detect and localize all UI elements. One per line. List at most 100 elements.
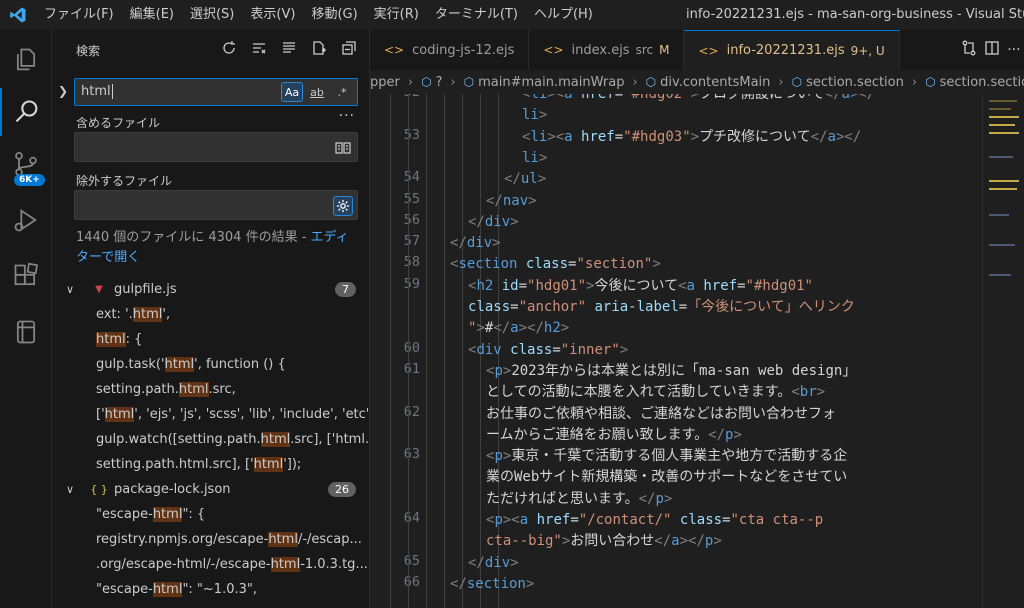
search-match-line[interactable]: gulp.watch([setting.path.html.src], ['ht… <box>96 427 368 452</box>
search-match-line[interactable]: gulp.task('html', function () { <box>96 352 368 377</box>
code-line: </ul> <box>504 169 546 190</box>
minimap[interactable] <box>982 94 1024 608</box>
match-highlight: html <box>132 307 163 322</box>
code-line: </div> <box>468 553 519 574</box>
match-prefix: [' <box>96 407 105 422</box>
include-files-input[interactable] <box>74 132 358 162</box>
menu-item[interactable]: 編集(E) <box>122 0 182 30</box>
tag-name: div <box>476 341 502 358</box>
code-line: ただければと思います。</p> <box>486 489 672 510</box>
code-line: <p>2023年からは本業とは別に「ma-san web design」 <box>486 361 856 382</box>
title-bar: ファイル(F) 編集(E) 選択(S) 表示(V) 移動(G) 実行(R) ターミナル(T)… <box>0 0 1024 30</box>
text-content: = <box>614 128 624 145</box>
extensions-icon[interactable] <box>0 252 52 300</box>
line-number: 65 <box>403 552 420 569</box>
tag-bracket: > <box>538 149 548 166</box>
search-match-line[interactable]: .org/escape-html/-/escape-html-1.0.3.tg.… <box>96 552 368 577</box>
tag-name: nav <box>502 192 529 209</box>
tag-name: section <box>458 256 518 273</box>
match-prefix: registry.npmjs.org/escape- <box>96 532 269 547</box>
text-content: = <box>722 512 731 528</box>
search-match-line[interactable]: setting.path.html.src, <box>96 377 368 402</box>
search-match-line[interactable]: "escape-html": { <box>96 502 368 527</box>
editor-tab[interactable]: <> coding-js-12.ejs <box>370 30 530 70</box>
tag-bracket: > <box>528 192 537 209</box>
search-match-line[interactable]: ext: '.html', <box>96 302 368 327</box>
tag-bracket: ></ <box>849 94 876 102</box>
clear-results-icon[interactable] <box>249 38 269 58</box>
search-match-line[interactable]: "escape-html": "~1.0.3", <box>96 577 368 602</box>
search-match-line[interactable]: ['html', 'ejs', 'js', 'scss', 'lib', 'in… <box>96 402 368 427</box>
minimap-mark <box>989 180 1019 182</box>
breadcrumb-item[interactable]: section.section <box>806 75 904 90</box>
code-editor[interactable]: 525354555657585960616263646566 <li><a hr… <box>370 94 982 608</box>
menu-item[interactable]: ヘルプ(H) <box>526 0 601 30</box>
match-prefix: .org/escape-html/-/escape- <box>96 557 271 572</box>
more-options-icon[interactable]: ··· <box>339 108 355 124</box>
editor-tab[interactable]: <> info-20221231.ejs 9+, U <box>684 30 900 70</box>
tag-name: a <box>564 128 573 145</box>
more-actions-icon[interactable]: ··· <box>1007 42 1020 58</box>
search-icon[interactable] <box>0 88 52 136</box>
breadcrumb-item[interactable]: main#main.mainWrap <box>478 75 624 90</box>
text-content: 東京・千葉で活動する個人事業主や地方で活動する企 <box>511 448 848 465</box>
use-exclude-settings-icon[interactable] <box>333 196 353 216</box>
minimap-mark <box>989 100 1017 102</box>
open-editors-only-icon[interactable] <box>333 138 353 158</box>
remote-explorer-icon[interactable] <box>0 308 52 356</box>
tag-bracket: </ <box>810 128 828 145</box>
explorer-icon[interactable] <box>0 36 52 84</box>
split-editor-icon[interactable] <box>984 40 1000 60</box>
menu-item[interactable]: 表示(V) <box>242 0 303 30</box>
result-file-row[interactable]: ∨ { } package-lock.json 26 <box>52 477 370 502</box>
activity-bar: 6K+ <box>0 30 52 608</box>
line-number: 63 <box>403 446 420 463</box>
breadcrumb-item[interactable]: pper <box>370 75 400 90</box>
tag-name: p <box>494 512 503 528</box>
regex-toggle[interactable]: .* <box>331 82 353 102</box>
toggle-replace-chevron-icon[interactable]: ❯ <box>58 84 68 98</box>
menu-item[interactable]: 実行(R) <box>366 0 427 30</box>
code-line: </nav> <box>486 191 537 212</box>
editor-tab[interactable]: <> index.ejs src M <box>529 30 685 70</box>
code-line: 業のWebサイト新規構築・改善のサポートなどをさせてい <box>486 467 847 488</box>
result-file-row[interactable]: ∨ ▼ gulpfile.js 7 <box>52 277 370 302</box>
new-search-editor-icon[interactable] <box>279 38 299 58</box>
breadcrumb: pper › ⬡? › ⬡ main#main.mainWrap › ⬡ div.content… <box>370 70 1024 94</box>
search-match-line[interactable]: setting.path.html.src], ['html']); <box>96 452 368 477</box>
menu-item[interactable]: ターミナル(T) <box>427 0 526 30</box>
chevron-down-icon[interactable]: ∨ <box>66 283 80 296</box>
tag-name: p <box>494 362 503 379</box>
breadcrumb-item[interactable]: section.sectio <box>940 75 1024 90</box>
match-highlight: html <box>260 432 291 447</box>
refresh-icon[interactable] <box>219 38 239 58</box>
text-content: 今後について <box>594 277 679 294</box>
results-count-text: 1440 個のファイルに 4304 件の結果 - <box>76 230 311 245</box>
breadcrumb-item[interactable]: ? <box>436 75 443 90</box>
tag-bracket: > <box>713 533 722 550</box>
tag-bracket: </ <box>708 426 726 443</box>
indent-guide <box>462 94 463 608</box>
match-whole-word-toggle[interactable]: ab <box>306 82 328 102</box>
tag-bracket: </ <box>638 490 656 507</box>
new-file-icon[interactable] <box>309 38 329 58</box>
source-control-icon[interactable]: 6K+ <box>0 140 52 188</box>
tag-bracket: > <box>690 128 700 145</box>
menu-item[interactable]: 選択(S) <box>182 0 242 30</box>
code-line: <li><a href="#hdg02">ブログ開設について</a></ <box>522 94 875 105</box>
json-file-icon: { } <box>90 483 108 496</box>
match-prefix: gulp.watch([setting.path. <box>96 432 261 447</box>
run-debug-icon[interactable] <box>0 196 52 244</box>
compare-changes-icon[interactable] <box>961 40 977 60</box>
breadcrumb-item[interactable]: div.contentsMain <box>660 75 770 90</box>
menu-item[interactable]: ファイル(F) <box>36 0 122 30</box>
match-case-toggle[interactable]: Aa <box>281 82 303 102</box>
chevron-down-icon[interactable]: ∨ <box>66 483 80 496</box>
exclude-files-input[interactable] <box>74 190 358 220</box>
attr-name: class <box>501 341 553 358</box>
search-input[interactable]: html Aa ab .* <box>74 78 358 106</box>
search-match-line[interactable]: html: { <box>96 327 368 352</box>
search-match-line[interactable]: registry.npmjs.org/escape-html/-/escap..… <box>96 527 368 552</box>
collapse-all-icon[interactable] <box>339 38 359 58</box>
menu-item[interactable]: 移動(G) <box>303 0 365 30</box>
